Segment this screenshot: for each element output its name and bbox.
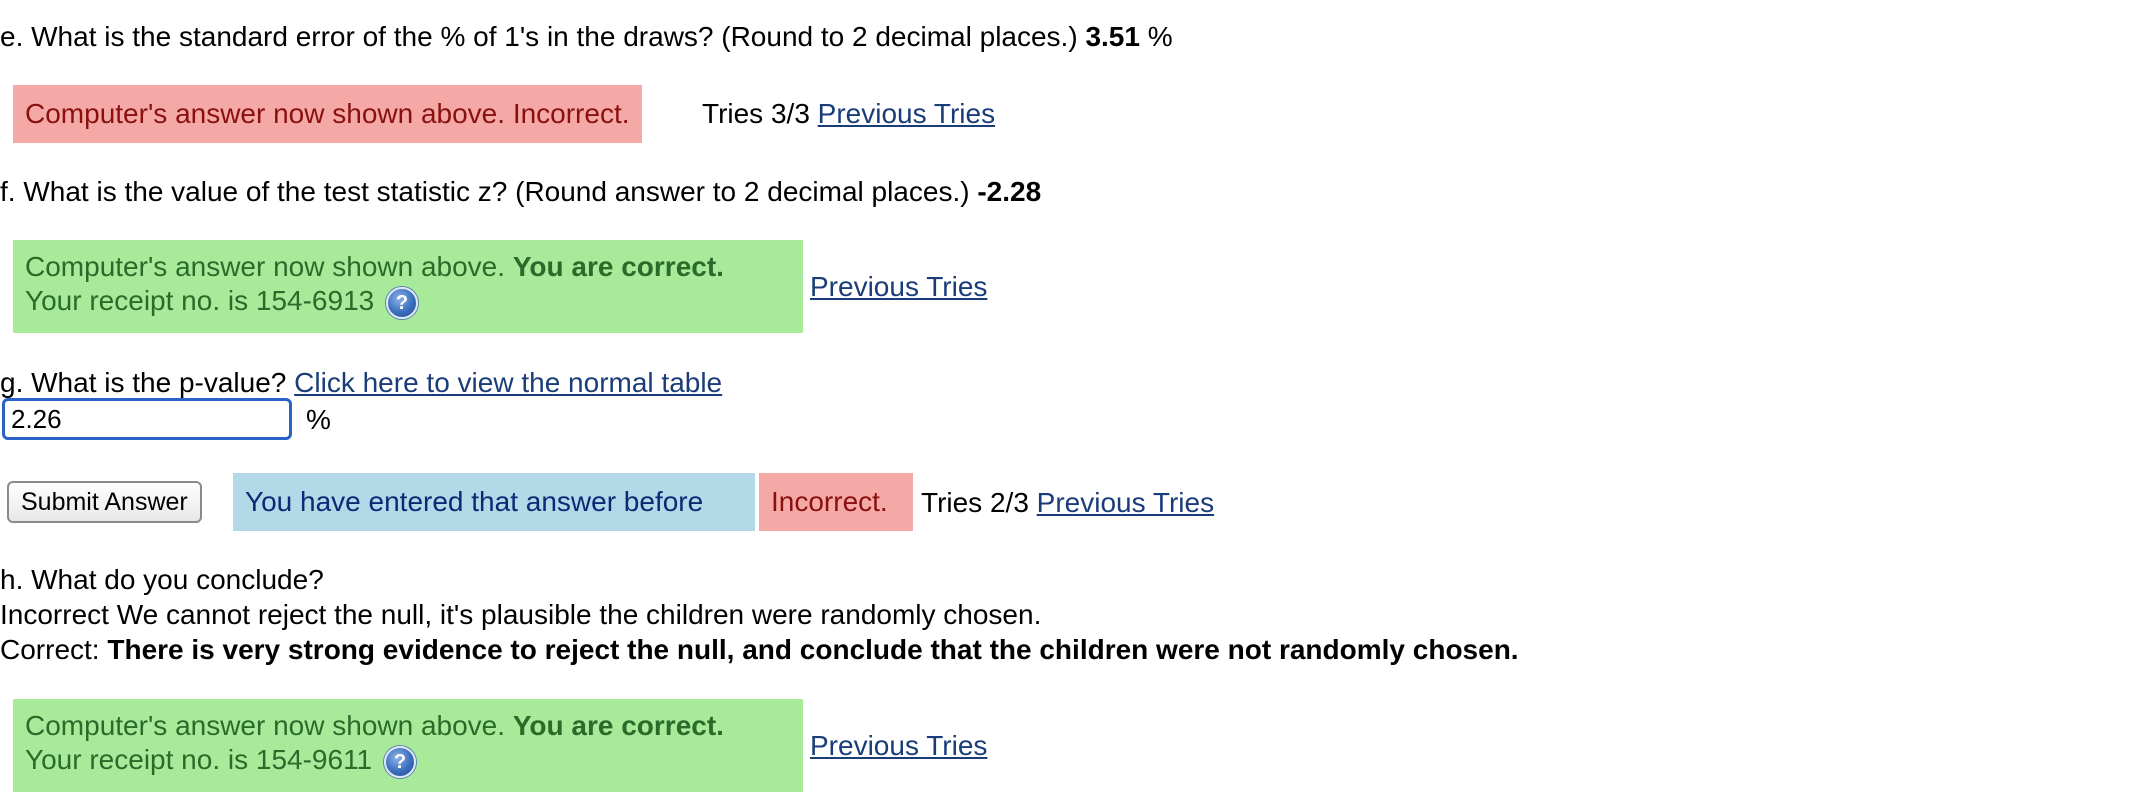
question-g-previous-tries-link[interactable]: Previous Tries bbox=[1037, 487, 1214, 518]
question-e-status-text: Computer's answer now shown above. Incor… bbox=[25, 98, 630, 129]
question-e-answer: 3.51 bbox=[1085, 21, 1140, 52]
question-e-text: e. What is the standard error of the % o… bbox=[0, 21, 1078, 52]
question-e: e. What is the standard error of the % o… bbox=[0, 20, 1173, 54]
question-h-text: h. What do you conclude? bbox=[0, 564, 324, 595]
question-h-receipt: Your receipt no. is 154-9611 bbox=[25, 744, 373, 775]
question-g-status-text: Incorrect. bbox=[771, 486, 888, 517]
question-h-status-correct: You are correct. bbox=[512, 710, 724, 741]
question-e-tries-row: Tries 3/3 Previous Tries bbox=[702, 97, 995, 131]
question-h-status-prefix: Computer's answer now shown above. bbox=[25, 710, 506, 741]
question-g-status-badge: Incorrect. bbox=[759, 473, 913, 531]
question-f-text: f. What is the value of the test statist… bbox=[0, 176, 970, 207]
question-g-tries-row: Tries 2/3 Previous Tries bbox=[921, 486, 1214, 520]
question-h-previous-tries-link[interactable]: Previous Tries bbox=[810, 730, 987, 761]
entered-before-text: You have entered that answer before bbox=[245, 486, 704, 517]
question-f-status-box: Computer's answer now shown above. You a… bbox=[13, 240, 803, 333]
question-f-previous-tries-row: Previous Tries bbox=[810, 270, 987, 304]
question-e-unit: % bbox=[1147, 21, 1173, 52]
question-f-status-correct: You are correct. bbox=[512, 251, 724, 282]
question-g-unit: % bbox=[306, 404, 331, 435]
normal-table-link[interactable]: Click here to view the normal table bbox=[294, 367, 722, 398]
question-h-correct-label: Correct: bbox=[0, 634, 100, 665]
question-f-previous-tries-link[interactable]: Previous Tries bbox=[810, 271, 987, 302]
entered-before-notice: You have entered that answer before bbox=[233, 473, 755, 531]
p-value-input[interactable] bbox=[2, 398, 292, 440]
question-e-tries: Tries 3/3 bbox=[702, 98, 810, 129]
question-f-answer: -2.28 bbox=[977, 176, 1042, 207]
question-h-correct-line: Correct: There is very strong evidence t… bbox=[0, 633, 1519, 667]
question-f-receipt: Your receipt no. is 154-6913 bbox=[25, 285, 375, 316]
question-h-previous-tries-row: Previous Tries bbox=[810, 729, 987, 763]
question-f: f. What is the value of the test statist… bbox=[0, 175, 1041, 209]
question-f-status-prefix: Computer's answer now shown above. bbox=[25, 251, 506, 282]
question-g-text: g. What is the p-value? bbox=[0, 367, 287, 398]
help-icon[interactable]: ? bbox=[386, 286, 418, 319]
submit-answer-button[interactable]: Submit Answer bbox=[7, 481, 202, 523]
question-h-status-box: Computer's answer now shown above. You a… bbox=[13, 699, 803, 792]
question-h-correct-answer: There is very strong evidence to reject … bbox=[107, 634, 1519, 665]
help-icon[interactable]: ? bbox=[383, 745, 416, 778]
question-h-incorrect-line: Incorrect We cannot reject the null, it'… bbox=[0, 599, 1042, 630]
question-g-tries: Tries 2/3 bbox=[921, 487, 1029, 518]
question-g: g. What is the p-value? Click here to vi… bbox=[0, 366, 722, 400]
question-e-status-badge: Computer's answer now shown above. Incor… bbox=[13, 85, 642, 143]
question-e-previous-tries-link[interactable]: Previous Tries bbox=[818, 98, 995, 129]
